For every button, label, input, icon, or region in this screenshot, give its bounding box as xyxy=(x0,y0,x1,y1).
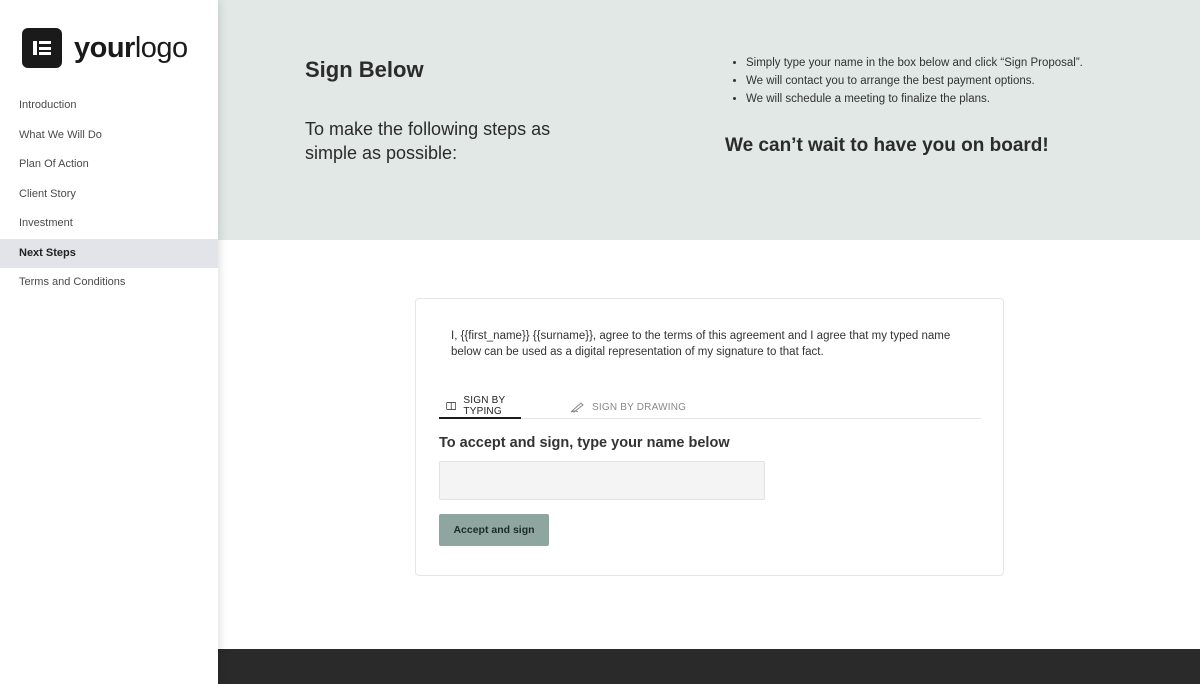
tab-sign-by-drawing[interactable]: SIGN BY DRAWING xyxy=(570,395,686,419)
sidebar-nav: Introduction What We Will Do Plan Of Act… xyxy=(0,91,218,298)
sidebar-item-client-story[interactable]: Client Story xyxy=(0,180,218,210)
signature-input-label: To accept and sign, type your name below xyxy=(439,435,730,451)
sidebar-item-plan-of-action[interactable]: Plan Of Action xyxy=(0,150,218,180)
hero-section: Sign Below To make the following steps a… xyxy=(218,0,1200,240)
logo-icon xyxy=(22,28,62,68)
hero-subtitle: To make the following steps as simple as… xyxy=(305,119,551,163)
signature-card: I, {{first_name}} {{surname}}, agree to … xyxy=(415,298,1004,576)
sidebar: yourlogo Introduction What We Will Do Pl… xyxy=(0,0,218,684)
pen-icon xyxy=(570,402,584,413)
sidebar-item-terms-and-conditions[interactable]: Terms and Conditions xyxy=(0,268,218,298)
list-item: Simply type your name in the box below a… xyxy=(746,54,1083,72)
sidebar-item-introduction[interactable]: Introduction xyxy=(0,91,218,121)
list-item: We will contact you to arrange the best … xyxy=(746,72,1083,90)
sidebar-item-investment[interactable]: Investment xyxy=(0,209,218,239)
logo-text-suffix: logo xyxy=(134,31,188,64)
logo[interactable]: yourlogo xyxy=(22,28,188,68)
logo-text: yourlogo xyxy=(74,32,188,65)
agreement-text: I, {{first_name}} {{surname}}, agree to … xyxy=(451,330,951,358)
page-footer xyxy=(218,649,1200,684)
signature-name-input[interactable] xyxy=(439,461,765,500)
signature-tabs: SIGN BY TYPING SIGN BY DRAWING xyxy=(439,395,981,419)
tab-sign-by-typing[interactable]: SIGN BY TYPING xyxy=(439,395,521,419)
sidebar-item-what-we-will-do[interactable]: What We Will Do xyxy=(0,121,218,151)
accept-and-sign-button[interactable]: Accept and sign xyxy=(439,514,549,546)
page-title: Sign Below xyxy=(305,57,424,82)
sidebar-item-next-steps[interactable]: Next Steps xyxy=(0,238,218,268)
tab-sign-by-drawing-label: SIGN BY DRAWING xyxy=(592,401,687,413)
hero-tagline: We can’t wait to have you on board! xyxy=(725,135,1049,156)
keyboard-icon xyxy=(446,402,457,410)
steps-list: Simply type your name in the box below a… xyxy=(728,54,1083,108)
logo-text-prefix: your xyxy=(74,31,135,64)
list-item: We will schedule a meeting to finalize t… xyxy=(746,90,1083,108)
tab-sign-by-typing-label: SIGN BY TYPING xyxy=(463,395,506,417)
